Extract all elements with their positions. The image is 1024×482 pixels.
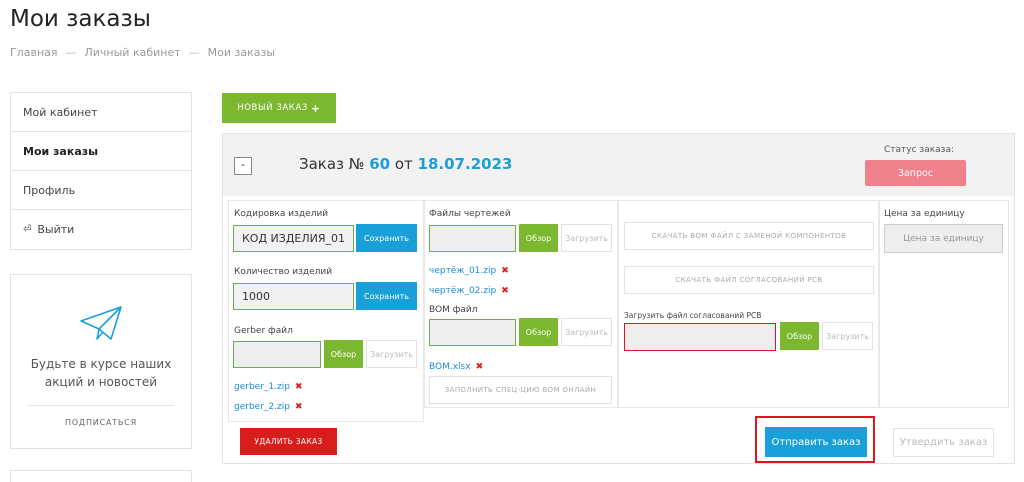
sidebar-item-label: Профиль — [23, 183, 76, 197]
order-title-prefix: Заказ № — [299, 155, 365, 173]
promo-text-line-2: акций и новостей — [44, 375, 158, 389]
order-date: 18.07.2023 — [417, 155, 513, 173]
drawings-file-input[interactable] — [429, 225, 516, 252]
quantity-input[interactable]: 1000 — [233, 283, 354, 310]
remove-icon[interactable]: ✖ — [501, 266, 509, 276]
file-name: чертёж_02.zip — [429, 286, 497, 296]
save-coding-button[interactable]: Сохранить — [356, 224, 417, 252]
sidebar-item-profile[interactable]: Профиль — [11, 171, 191, 210]
paper-plane-icon — [80, 306, 122, 340]
file-link[interactable]: BOM.xlsx ✖ — [429, 362, 483, 372]
collapse-button[interactable]: - — [234, 157, 252, 175]
bom-file-input[interactable] — [429, 319, 516, 346]
drawings-browse-button[interactable]: Обзор — [519, 224, 558, 252]
gerber-upload-button[interactable]: Загрузить — [366, 340, 417, 368]
logout-icon: ⏎ — [23, 224, 32, 235]
breadcrumb-current: Мои заказы — [207, 46, 276, 59]
quantity-label: Количество изделий — [234, 267, 333, 277]
sidebar-item-my-cabinet[interactable]: Мой кабинет — [11, 93, 191, 132]
status-badge: Запрос — [865, 160, 966, 186]
drawings-upload-button[interactable]: Загрузить — [561, 224, 612, 252]
approve-order-button[interactable]: Утвердить заказ — [893, 428, 994, 457]
upload-pcb-label: Загрузить файл согласований PCB — [624, 311, 762, 320]
gerber-file-input[interactable] — [233, 341, 321, 368]
remove-icon[interactable]: ✖ — [295, 382, 303, 392]
bom-online-button[interactable]: ЗАПОЛНИТЬ СПЕЦ-ЦИЮ BOM ОНЛАЙН — [429, 376, 612, 404]
breadcrumb-home[interactable]: Главная — [10, 46, 58, 59]
sidebar-item-label: Выйти — [37, 223, 75, 236]
file-name: gerber_2.zip — [234, 402, 290, 412]
remove-icon[interactable]: ✖ — [295, 402, 303, 412]
coding-label: Кодировка изделий — [234, 209, 329, 219]
pcb-browse-button[interactable]: Обзор — [780, 322, 819, 350]
bom-browse-button[interactable]: Обзор — [519, 318, 558, 346]
gerber-browse-button[interactable]: Обзор — [324, 340, 363, 368]
delete-order-button[interactable]: УДАЛИТЬ ЗАКАЗ — [240, 428, 337, 455]
gerber-label: Gerber файл — [234, 326, 293, 336]
price-label: Цена за единицу — [884, 209, 965, 219]
new-order-label: НОВЫЙ ЗАКАЗ — [237, 103, 308, 113]
drawings-label: Файлы чертежей — [429, 209, 511, 219]
download-pcb-button[interactable]: СКАЧАТЬ ФАЙЛ СОГЛАСОВАНИЙ PCB — [624, 266, 874, 294]
sidebar-menu: Мой кабинет Мои заказы Профиль ⏎ Выйти — [10, 92, 192, 250]
order-number: 60 — [369, 155, 391, 173]
file-name: gerber_1.zip — [234, 382, 290, 392]
sidebar-item-label: Мои заказы — [23, 144, 99, 158]
send-order-button[interactable]: Отправить заказ — [765, 427, 867, 457]
status-label: Статус заказа: — [884, 145, 955, 155]
file-link[interactable]: чертёж_02.zip ✖ — [429, 286, 509, 296]
newsletter-promo: Будьте в курсе наших акций и новостей ПО… — [10, 274, 192, 449]
breadcrumb: Главная — Личный кабинет — Мои заказы — [10, 46, 275, 59]
divider — [28, 405, 174, 406]
new-order-button[interactable]: НОВЫЙ ЗАКАЗ + — [222, 93, 336, 123]
plus-icon: + — [310, 101, 321, 115]
remove-icon[interactable]: ✖ — [476, 362, 484, 372]
page-title: Мои заказы — [10, 6, 151, 32]
pcb-file-input[interactable] — [624, 323, 776, 351]
breadcrumb-separator: — — [65, 46, 77, 59]
file-name: чертёж_01.zip — [429, 266, 497, 276]
promo-text-line-1: Будьте в курсе наших — [30, 357, 172, 371]
file-link[interactable]: gerber_2.zip ✖ — [234, 402, 302, 412]
subscribe-link[interactable]: ПОДПИСАТЬСЯ — [11, 418, 191, 427]
sidebar-item-logout[interactable]: ⏎ Выйти — [11, 210, 191, 249]
file-link[interactable]: gerber_1.zip ✖ — [234, 382, 302, 392]
price-input[interactable]: Цена за единицу — [884, 224, 1003, 253]
coding-input[interactable]: КОД ИЗДЕЛИЯ_01 — [233, 225, 354, 252]
pcb-upload-button[interactable]: Загрузить — [822, 322, 873, 350]
bom-upload-button[interactable]: Загрузить — [561, 318, 612, 346]
sidebar-next-block — [10, 470, 192, 482]
save-quantity-button[interactable]: Сохранить — [356, 282, 417, 310]
sidebar-item-my-orders[interactable]: Мои заказы — [11, 132, 191, 171]
order-from: от — [394, 155, 413, 173]
breadcrumb-account[interactable]: Личный кабинет — [85, 46, 181, 59]
file-link[interactable]: чертёж_01.zip ✖ — [429, 266, 509, 276]
order-title: Заказ № 60 от 18.07.2023 — [299, 155, 512, 173]
bom-label: BOM файл — [429, 305, 478, 315]
sidebar-item-label: Мой кабинет — [23, 105, 98, 119]
remove-icon[interactable]: ✖ — [501, 286, 509, 296]
breadcrumb-separator: — — [188, 46, 200, 59]
file-name: BOM.xlsx — [429, 362, 471, 372]
download-bom-button[interactable]: СКАЧАТЬ BOM ФАЙЛ С ЗАМЕНОЙ КОМПОНЕНТОВ — [624, 222, 874, 250]
